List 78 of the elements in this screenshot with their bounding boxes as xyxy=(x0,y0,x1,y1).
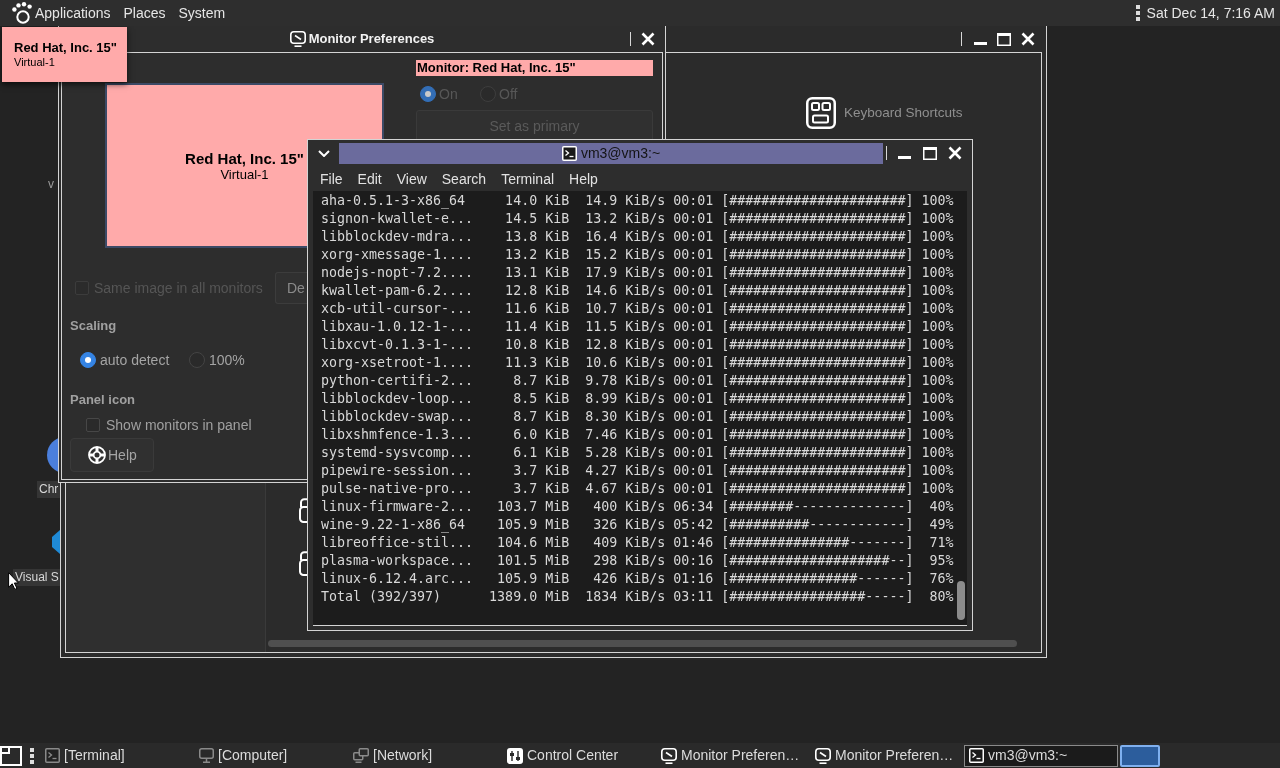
terminal-line: linux-firmware-2... 103.7 MiB 400 KiB/s 06:34 [########--------------] 40% xyxy=(321,498,954,516)
scrollbar[interactable] xyxy=(268,640,1017,647)
terminal-line: xorg-xsetroot-1.... 11.3 KiB 10.6 KiB/s 00:01 [######################] 100% xyxy=(321,354,954,372)
section-heading: Scaling xyxy=(70,318,117,334)
terminal-line: libxcvt-0.1.3-1-... 10.8 KiB 12.8 KiB/s 00:01 [######################] 100% xyxy=(321,336,954,354)
terminal-line: libreoffice-stil... 104.6 MiB 409 KiB/s 01:46 [###############-------] 71% xyxy=(321,534,954,552)
icon-label: v xyxy=(47,176,55,193)
terminal-line: xcb-util-cursor-... 11.6 KiB 10.7 KiB/s 00:01 [######################] 100% xyxy=(321,300,954,318)
menu-item[interactable]: View xyxy=(396,169,427,188)
menu-item[interactable]: File xyxy=(320,169,343,188)
taskbar-item[interactable]: [Terminal] xyxy=(40,744,194,767)
terminal-line: libblockdev-swap... 8.7 KiB 8.30 KiB/s 00:01 [######################] 100% xyxy=(321,408,954,426)
terminal-line: pulse-native-pro... 3.7 KiB 4.67 KiB/s 00:01 [######################] 100% xyxy=(321,480,954,498)
radio-label: 100% xyxy=(209,352,245,368)
terminal-line: libblockdev-loop... 8.5 KiB 8.99 KiB/s 00:01 [######################] 100% xyxy=(321,390,954,408)
terminal-line: libxau-1.0.12-1-... 11.4 KiB 11.5 KiB/s 00:01 [######################] 100% xyxy=(321,318,954,336)
clock[interactable]: Sat Dec 14, 7:16 AM xyxy=(1146,2,1275,24)
help-button[interactable]: Help xyxy=(70,438,154,472)
desktop-icon[interactable] xyxy=(0,745,22,766)
menu-item[interactable]: Places xyxy=(123,4,166,22)
terminal-line: linux-6.12.4.arc... 105.9 MiB 426 KiB/s 01:16 [################------] 76% xyxy=(321,570,954,588)
menu-item[interactable]: Search xyxy=(441,169,487,188)
icon-label: Chr xyxy=(37,481,61,498)
taskbar-item[interactable]: vm3@vm3:~ xyxy=(964,744,1118,767)
settings-item[interactable]: Keyboard Shortcuts xyxy=(806,97,963,129)
section-heading: Panel icon xyxy=(70,392,136,408)
radio-button[interactable] xyxy=(80,352,96,368)
terminal-line: libxshmfence-1.3... 6.0 KiB 7.46 KiB/s 00:01 [######################] 100% xyxy=(321,426,954,444)
outline-icon[interactable] xyxy=(299,551,307,576)
terminal-line: wine-9.22-1-x86_64 105.9 MiB 326 KiB/s 05:42 [##########------------] 49% xyxy=(321,516,954,534)
terminal-line: plasma-workspace... 101.5 MiB 298 KiB/s 00:16 [####################--] 95% xyxy=(321,552,954,570)
terminal-line: xorg-xmessage-1.... 13.2 KiB 15.2 KiB/s 00:01 [######################] 100% xyxy=(321,246,954,264)
monitor-output: Virtual-1 xyxy=(220,166,269,182)
monitor-name: Red Hat, Inc. 15" xyxy=(185,149,304,167)
taskbar-item[interactable]: [Computer] xyxy=(194,744,348,767)
taskbar-item[interactable]: Control Center xyxy=(502,744,656,767)
menu-item[interactable]: Help xyxy=(569,169,598,188)
taskbar-item[interactable]: Monitor Preferen… xyxy=(810,744,964,767)
maximize-icon xyxy=(923,146,937,160)
foot-icon[interactable] xyxy=(12,2,32,24)
menu-item[interactable]: System xyxy=(178,4,226,22)
window-title: Monitor Preferences xyxy=(308,30,435,49)
taskbar-item[interactable]: [Network] xyxy=(348,744,502,767)
terminal-line: Total (392/397) 1389.0 MiB 1834 KiB/s 03:11 [#################-----] 80% xyxy=(321,588,954,606)
scrollbar[interactable] xyxy=(957,581,965,620)
monitor-icon xyxy=(289,31,306,47)
radio-button[interactable] xyxy=(189,352,205,368)
maximize-icon xyxy=(997,32,1011,46)
terminal-line: python-certifi-2... 8.7 KiB 9.78 KiB/s 00:01 [######################] 100% xyxy=(321,372,954,390)
close-icon xyxy=(1021,32,1035,46)
menu-item[interactable]: Applications xyxy=(35,4,111,22)
minimize-icon xyxy=(897,156,911,159)
lifebuoy-icon xyxy=(88,446,106,464)
monitor-heading: Monitor: Red Hat, Inc. 15" xyxy=(416,60,653,76)
taskbar-item[interactable]: Monitor Preferen… xyxy=(656,744,810,767)
terminal-line: systemd-sysvcomp... 6.1 KiB 5.28 KiB/s 00:01 [######################] 100% xyxy=(321,444,954,462)
terminal-line: kwallet-pam-6.2.... 12.8 KiB 14.6 KiB/s 00:01 [######################] 100% xyxy=(321,282,954,300)
radio-label: auto detect xyxy=(100,352,170,368)
terminal-line: pipewire-session... 3.7 KiB 4.27 KiB/s 00:01 [######################] 100% xyxy=(321,462,954,480)
checkbox[interactable] xyxy=(86,418,100,432)
terminal-icon xyxy=(561,145,577,161)
keys-icon xyxy=(806,97,836,129)
checkbox-label: Show monitors in panel xyxy=(106,415,252,435)
menu-item[interactable]: Terminal xyxy=(501,169,555,188)
monitor-name: Red Hat, Inc. 15" xyxy=(14,40,117,56)
minimize-icon xyxy=(973,42,987,45)
close-icon xyxy=(641,32,655,46)
window-title: vm3@vm3:~ xyxy=(580,145,661,161)
outline-icon[interactable] xyxy=(299,498,307,523)
caret-icon xyxy=(318,149,330,157)
workspace-switcher[interactable] xyxy=(1120,744,1160,767)
detect-button[interactable]: De xyxy=(275,272,307,304)
monitor-output: Virtual-1 xyxy=(14,56,55,69)
dots-icon[interactable] xyxy=(30,747,34,764)
menu-item[interactable]: Edit xyxy=(357,169,382,188)
close-icon xyxy=(948,146,962,160)
terminal-line: nodejs-nopt-7.2.... 13.1 KiB 17.9 KiB/s 00:01 [######################] 100% xyxy=(321,264,954,282)
dots-icon[interactable] xyxy=(1135,5,1140,21)
